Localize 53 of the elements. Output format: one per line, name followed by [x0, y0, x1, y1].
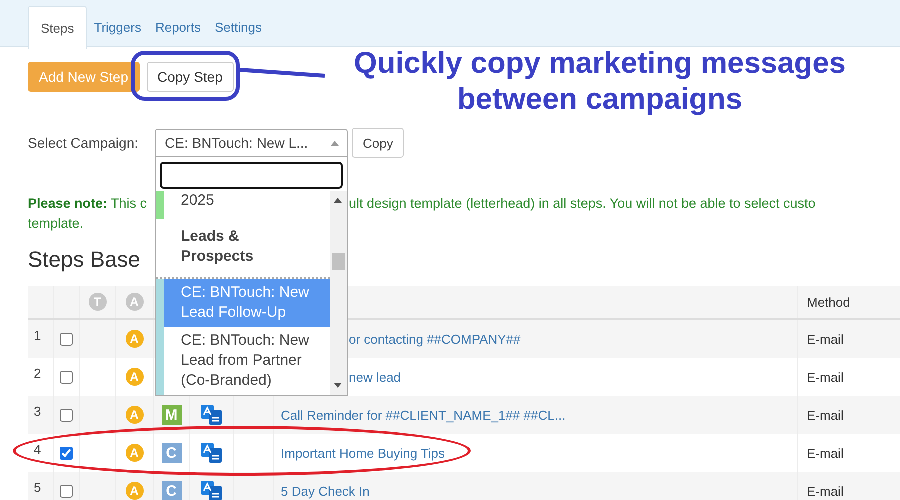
note-text: template.: [28, 215, 84, 233]
type-badge: C: [162, 443, 182, 463]
row-checkbox[interactable]: [60, 446, 73, 460]
copy-button[interactable]: Copy: [352, 128, 404, 158]
dropdown-option[interactable]: CE: BNTouch: New Lead Follow-Up: [164, 279, 330, 327]
step-title-link[interactable]: 5 Day Check In: [274, 484, 370, 498]
row-number: 4: [34, 442, 42, 457]
type-badge: M: [162, 405, 182, 425]
scroll-thumb[interactable]: [332, 253, 345, 270]
tab[interactable]: Steps: [28, 6, 88, 49]
table-cell-text: E-mail: [806, 446, 844, 460]
translate-icon: [200, 443, 222, 463]
column-header: Method: [806, 294, 850, 310]
row-checkbox[interactable]: [60, 370, 73, 384]
scroll-down-icon[interactable]: [334, 383, 342, 388]
row-number: 2: [34, 366, 42, 381]
table-cell-text: E-mail: [806, 484, 844, 498]
tab[interactable]: Reports: [148, 6, 208, 47]
field-label: Select Campaign:: [28, 135, 140, 151]
tab[interactable]: Settings: [208, 6, 269, 47]
row-checkbox[interactable]: [60, 332, 73, 346]
column-icon: T: [88, 293, 106, 311]
type-badge: C: [162, 481, 182, 500]
column-icon: A: [126, 293, 144, 311]
dropdown-option[interactable]: 2025: [164, 191, 330, 219]
scrollbar[interactable]: [330, 191, 347, 395]
section-heading: Steps Base: [28, 246, 141, 274]
translate-icon: [200, 405, 222, 425]
status-badge: A: [126, 406, 144, 424]
row-number: 5: [34, 480, 42, 495]
row-checkbox[interactable]: [60, 484, 73, 498]
step-title-link[interactable]: Call Reminder for ##CLIENT_NAME_1## ##CL...: [274, 408, 566, 422]
search-field[interactable]: [160, 162, 343, 189]
callout-text: between campaigns: [456, 82, 744, 118]
table-cell-text: E-mail: [806, 332, 844, 346]
status-badge: A: [126, 444, 144, 462]
scroll-up-icon[interactable]: [334, 198, 342, 203]
note-text: Please note: This c: [28, 195, 148, 213]
callout-text: Quickly copy marketing messages: [353, 46, 847, 82]
copy-step-button[interactable]: Copy Step: [146, 62, 234, 92]
status-badge: A: [126, 330, 144, 348]
status-badge: A: [126, 368, 144, 386]
table-cell-text: E-mail: [806, 408, 844, 422]
dropdown-option[interactable]: CE: BNTouch: New Lead from Partner (Co-Branded): [164, 327, 330, 395]
note-text: ult design template (letterhead) in all steps. You will not be able to select custo: [349, 195, 816, 213]
table-cell-text: E-mail: [806, 370, 844, 384]
row-checkbox[interactable]: [60, 408, 73, 422]
tab[interactable]: Triggers: [87, 6, 148, 47]
step-title-link[interactable]: Important Home Buying Tips: [274, 446, 446, 460]
campaign-select[interactable]: CE: BNTouch: New L...: [155, 129, 348, 157]
row-number: 1: [34, 328, 42, 343]
row-number: 3: [34, 404, 42, 419]
status-badge: A: [126, 482, 144, 500]
